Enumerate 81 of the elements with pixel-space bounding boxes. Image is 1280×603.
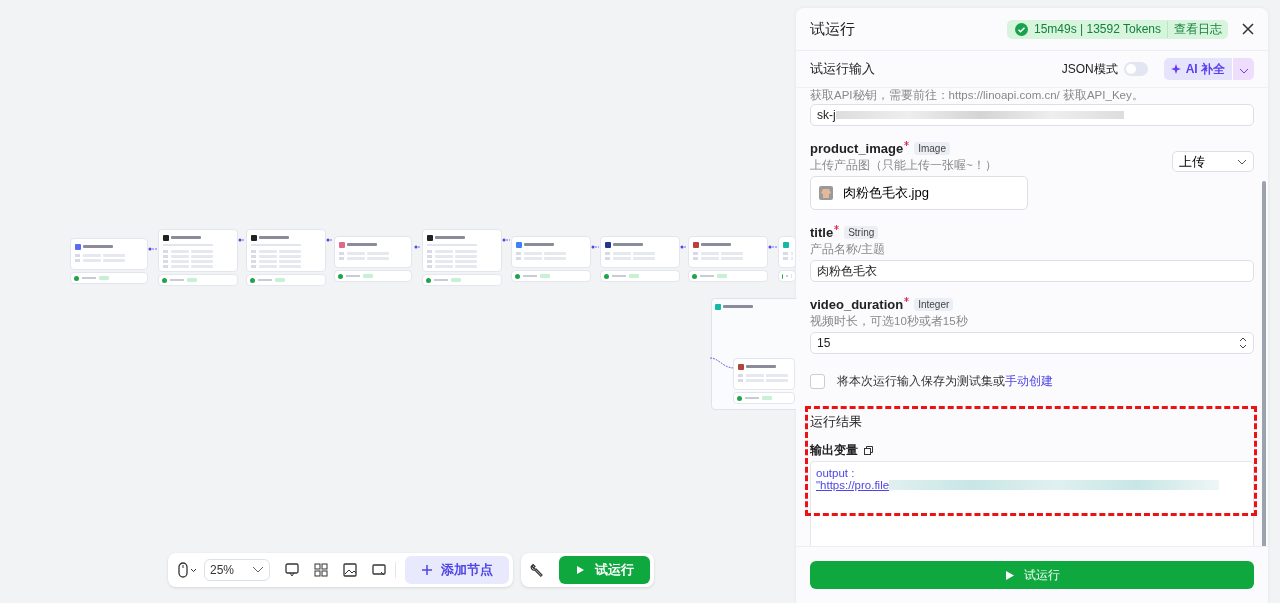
connector <box>768 244 778 250</box>
node-title-bar <box>524 243 554 246</box>
json-mode-toggle[interactable] <box>1123 62 1148 76</box>
mouse-icon[interactable] <box>177 562 199 578</box>
stepper-icon[interactable] <box>1239 336 1247 350</box>
node-card[interactable] <box>778 236 796 268</box>
ai-complete-button[interactable]: AI 补全 <box>1163 58 1232 80</box>
node-title-bar <box>701 243 731 246</box>
save-label: 将本次运行输入保存为测试集或手动创建 <box>837 374 1053 389</box>
play-icon <box>1004 570 1014 580</box>
connector <box>326 237 334 243</box>
screen-icon[interactable] <box>372 563 387 577</box>
node-card[interactable] <box>511 236 591 268</box>
sparkle-icon <box>1170 63 1182 75</box>
node-title-bar <box>435 236 465 239</box>
field-name: product_image <box>810 140 904 156</box>
connector <box>148 246 158 252</box>
scrollbar[interactable] <box>1262 181 1266 546</box>
node-title-bar <box>746 365 776 368</box>
run-stats: 15m49s | 13592 Tokens <box>1034 22 1161 36</box>
node-card[interactable] <box>733 358 795 390</box>
save-checkbox[interactable] <box>810 374 825 389</box>
node-card[interactable] <box>158 229 238 272</box>
node-title-bar <box>83 245 113 248</box>
connector <box>414 244 422 250</box>
node-title-bar <box>171 236 201 239</box>
field-hint: 产品名称/主题 <box>810 242 887 257</box>
node-card[interactable] <box>70 238 148 270</box>
node-icon <box>715 303 721 310</box>
chevron-down-icon <box>1239 67 1249 74</box>
panel-title: 试运行 <box>810 19 856 39</box>
text-field[interactable]: 肉粉色毛衣 <box>810 260 1254 282</box>
connector <box>591 244 600 250</box>
field-hint: 视频时长，可选10秒或者15秒 <box>810 314 969 329</box>
output-url[interactable]: "https://pro.file <box>816 479 890 491</box>
wrench-icon[interactable] <box>530 563 545 577</box>
node-title-bar <box>723 305 753 308</box>
field-name: title <box>810 224 834 240</box>
view-log-link[interactable]: 查看日志 <box>1167 20 1222 38</box>
comment-icon[interactable] <box>285 563 300 577</box>
node-card[interactable] <box>688 236 768 268</box>
node-card[interactable] <box>334 236 412 268</box>
chevron-down-icon <box>1237 158 1247 165</box>
check-circle-icon <box>1015 22 1028 36</box>
image-icon[interactable] <box>343 563 358 577</box>
type-tag: Integer <box>914 297 954 311</box>
play-icon <box>575 565 586 575</box>
add-node-button[interactable]: 添加节点 <box>405 556 510 584</box>
node-icon <box>738 363 744 370</box>
node-title-bar <box>347 243 377 246</box>
copy-icon[interactable] <box>864 445 873 455</box>
node-card[interactable] <box>422 229 502 272</box>
type-tag: Image <box>914 141 950 155</box>
create-manually-link[interactable]: 手动创建 <box>1005 375 1053 387</box>
section-title: 运行结果 <box>810 413 863 431</box>
connector <box>238 237 246 243</box>
number-field[interactable]: 15 <box>810 332 1254 354</box>
uploaded-file[interactable]: 肉粉色毛衣.jpg <box>810 176 1028 210</box>
text-field[interactable]: sk-j <box>810 104 1254 126</box>
upload-mode-select[interactable]: 上传 <box>1172 151 1254 172</box>
node-card[interactable] <box>600 236 680 268</box>
node-card[interactable] <box>246 229 326 272</box>
chevron-down-icon <box>252 566 265 574</box>
field-hint: 获取API秘钥，需要前往：https://linoapi.com.cn/ 获取API_Key。 <box>810 88 1145 102</box>
connector <box>680 244 688 250</box>
connector <box>502 237 511 243</box>
connector <box>709 356 735 370</box>
zoom-select[interactable]: 25% <box>204 559 271 581</box>
field-hint: 上传产品图（只能上传一张喔~！） <box>810 158 997 173</box>
node-title-bar <box>259 236 289 239</box>
field-name: video_duration <box>810 296 904 312</box>
section-title: 试运行输入 <box>810 60 876 78</box>
plus-icon <box>421 564 434 576</box>
output-key: output : <box>816 467 1248 479</box>
json-mode-label: JSON模式 <box>1061 60 1118 78</box>
close-icon[interactable] <box>1242 23 1254 35</box>
node-title-bar <box>613 243 643 246</box>
grid-icon[interactable] <box>314 563 329 577</box>
type-tag: String <box>844 225 879 239</box>
sweater-thumbnail-icon <box>819 186 833 200</box>
output-title: 输出变量 <box>810 441 858 459</box>
